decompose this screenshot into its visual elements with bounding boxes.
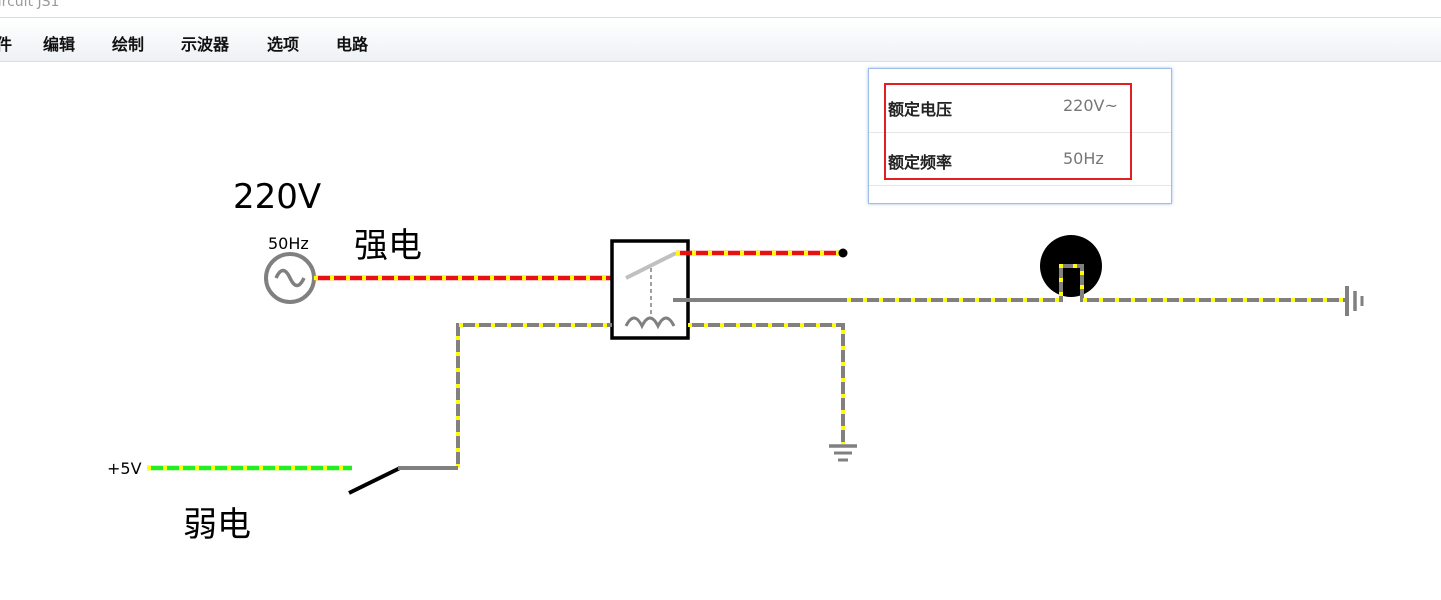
- coil-circuit-wire[interactable]: [456, 323, 845, 468]
- circuit-canvas[interactable]: 220V 50Hz 强电 +5V 弱电: [0, 62, 1441, 600]
- ac-source-icon[interactable]: [264, 252, 316, 304]
- ground-right-icon: [1345, 286, 1364, 316]
- ground-center-icon: [829, 444, 857, 462]
- lamp-icon[interactable]: [1040, 235, 1102, 297]
- strong-current-label: 强电: [354, 226, 422, 266]
- lamp-circuit-wire[interactable]: [673, 264, 1345, 302]
- window-title: Circuit JS1: [0, 0, 60, 10]
- menu-edit[interactable]: 编辑: [43, 31, 75, 55]
- weak-current-label: 弱电: [183, 505, 251, 545]
- switch-component[interactable]: [348, 466, 458, 495]
- ac-frequency-label: 50Hz: [268, 234, 309, 253]
- menu-options[interactable]: 选项: [267, 31, 299, 55]
- dc-source-label: +5V: [107, 459, 142, 478]
- relay-component[interactable]: [610, 239, 690, 340]
- open-terminal-dot: [838, 248, 848, 258]
- ac-voltage-label: 220V: [233, 177, 321, 217]
- menu-draw[interactable]: 绘制: [112, 31, 144, 55]
- menu-circuits[interactable]: 电路: [336, 31, 368, 55]
- menu-file[interactable]: 件: [0, 31, 12, 55]
- menu-bar: 件 编辑 绘制 示波器 选项 电路: [0, 18, 1441, 62]
- high-voltage-wire-out[interactable]: [676, 248, 848, 258]
- highlight-box: [884, 83, 1132, 180]
- menu-scopes[interactable]: 示波器: [181, 31, 229, 55]
- switch-lever[interactable]: [348, 466, 401, 495]
- title-bar: Circuit JS1: [0, 0, 1441, 18]
- properties-panel: 额定电压 220V~ 额定频率 50Hz: [868, 68, 1172, 204]
